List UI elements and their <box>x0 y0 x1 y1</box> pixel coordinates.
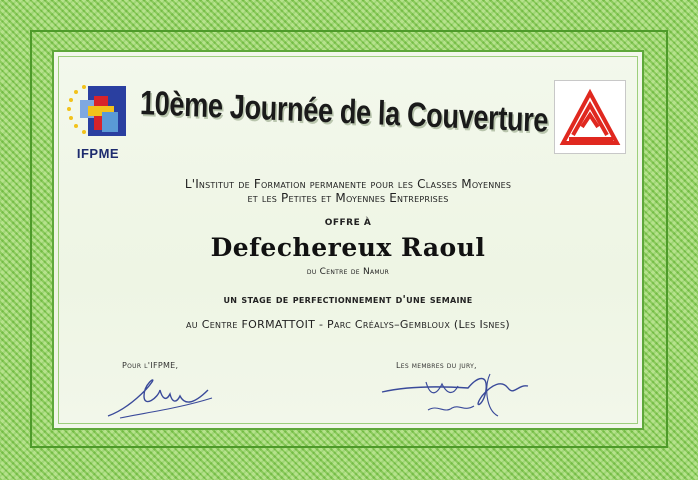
recipient-name: Defechereux Raoul <box>210 233 486 262</box>
triangle-logo <box>554 80 626 154</box>
signature-scribble-icon <box>107 379 213 419</box>
certificate: IFPME 10ème Journée de la Couverture L'I… <box>0 0 698 480</box>
stage-location: au Centre FORMATTOIT - Parc Créalys–Gemb… <box>186 318 510 331</box>
institution-line-1: L'Institut de Formation permanente pour … <box>184 177 512 191</box>
ifpme-signature <box>100 368 220 424</box>
recipient-centre: du Centre de Namur <box>306 267 390 277</box>
institution-line-2: et les Petites et Moyennes Entreprises <box>247 191 449 205</box>
offer-label: OFFRE À <box>324 218 372 228</box>
stage-description: un stage de perfectionnement d'une semai… <box>223 293 473 306</box>
ifpme-logo: IFPME <box>66 82 130 162</box>
ifpme-logo-text: IFPME <box>76 146 120 161</box>
triangle-logo-icon <box>559 88 621 145</box>
ifpme-logo-icon <box>67 85 126 136</box>
jury-signatures <box>378 366 548 422</box>
signatures-scribble-icon <box>381 373 529 417</box>
